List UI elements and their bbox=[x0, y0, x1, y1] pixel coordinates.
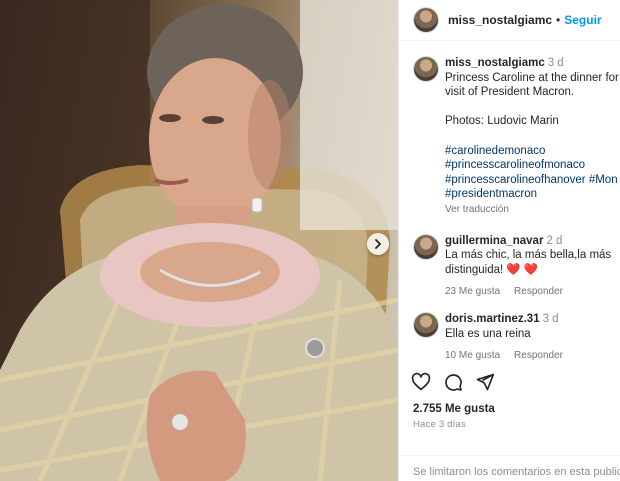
comment-age: 2 d bbox=[546, 234, 563, 247]
comment-age: 3 d bbox=[542, 312, 559, 325]
separator-dot: • bbox=[556, 13, 561, 27]
share-icon[interactable] bbox=[475, 372, 495, 392]
heart-emoji: ❤️ ❤️ bbox=[506, 263, 539, 276]
heart-icon[interactable] bbox=[411, 372, 431, 392]
chevron-right-icon bbox=[375, 239, 382, 249]
commenter-username[interactable]: doris.martinez.31 bbox=[445, 313, 540, 325]
comment-text: La más chic, la más bella,la más bbox=[445, 249, 612, 262]
comment-item: guillermina_navar 2 d La más chic, la más… bbox=[413, 233, 620, 300]
next-photo-button[interactable] bbox=[367, 233, 389, 255]
caption-avatar[interactable] bbox=[413, 56, 439, 82]
hashtag-link[interactable]: #carolinedemonaco bbox=[445, 144, 620, 159]
post-side-panel: miss_nostalgiamc • Seguir miss_nostalgia… bbox=[398, 0, 620, 481]
caption-age: 3 d bbox=[547, 57, 564, 69]
comments-list[interactable]: miss_nostalgiamc 3 d Princess Caroline at… bbox=[399, 42, 620, 362]
follow-button[interactable]: Seguir bbox=[564, 13, 601, 27]
post-timestamp: Hace 3 días bbox=[413, 419, 466, 430]
action-bar bbox=[411, 372, 495, 392]
caption-username[interactable]: miss_nostalgiamc bbox=[445, 57, 545, 69]
hashtag-link[interactable]: #princesscarolineofhanover #Mon bbox=[445, 173, 620, 188]
caption: miss_nostalgiamc 3 d Princess Caroline at… bbox=[413, 56, 620, 218]
comment-likes[interactable]: 23 Me gusta bbox=[445, 285, 500, 300]
comment-text: distinguida! bbox=[445, 263, 504, 276]
reply-button[interactable]: Responder bbox=[514, 285, 563, 300]
comment-likes[interactable]: 10 Me gusta bbox=[445, 349, 500, 362]
caption-line: Princess Caroline at the dinner for bbox=[445, 71, 619, 84]
like-count[interactable]: 2.755 Me gusta bbox=[413, 403, 495, 415]
hashtag-link[interactable]: #princesscarolineofmonaco bbox=[445, 158, 620, 173]
comment-icon[interactable] bbox=[443, 372, 463, 392]
reply-button[interactable]: Responder bbox=[514, 349, 563, 362]
see-translation-link[interactable]: Ver traducción bbox=[445, 203, 620, 218]
comments-limited-notice: Se limitaron los comentarios en esta pub… bbox=[399, 455, 620, 481]
commenter-username[interactable]: guillermina_navar bbox=[445, 235, 543, 247]
comment-item: doris.martinez.31 3 d Ella es una reina 1… bbox=[413, 311, 620, 362]
commenter-avatar[interactable] bbox=[413, 311, 439, 338]
post-header: miss_nostalgiamc • Seguir bbox=[399, 0, 620, 41]
caption-credit: Photos: Ludovic Marin bbox=[445, 115, 559, 128]
hashtag-link[interactable]: #presidentmacron bbox=[445, 187, 620, 202]
author-username[interactable]: miss_nostalgiamc bbox=[448, 13, 552, 27]
author-avatar[interactable] bbox=[413, 7, 439, 33]
post-photo-illustration bbox=[0, 0, 398, 481]
commenter-avatar[interactable] bbox=[413, 233, 439, 260]
post-photo bbox=[0, 0, 398, 481]
comment-text: Ella es una reina bbox=[445, 327, 531, 340]
caption-line: visit of President Macron. bbox=[445, 86, 575, 99]
